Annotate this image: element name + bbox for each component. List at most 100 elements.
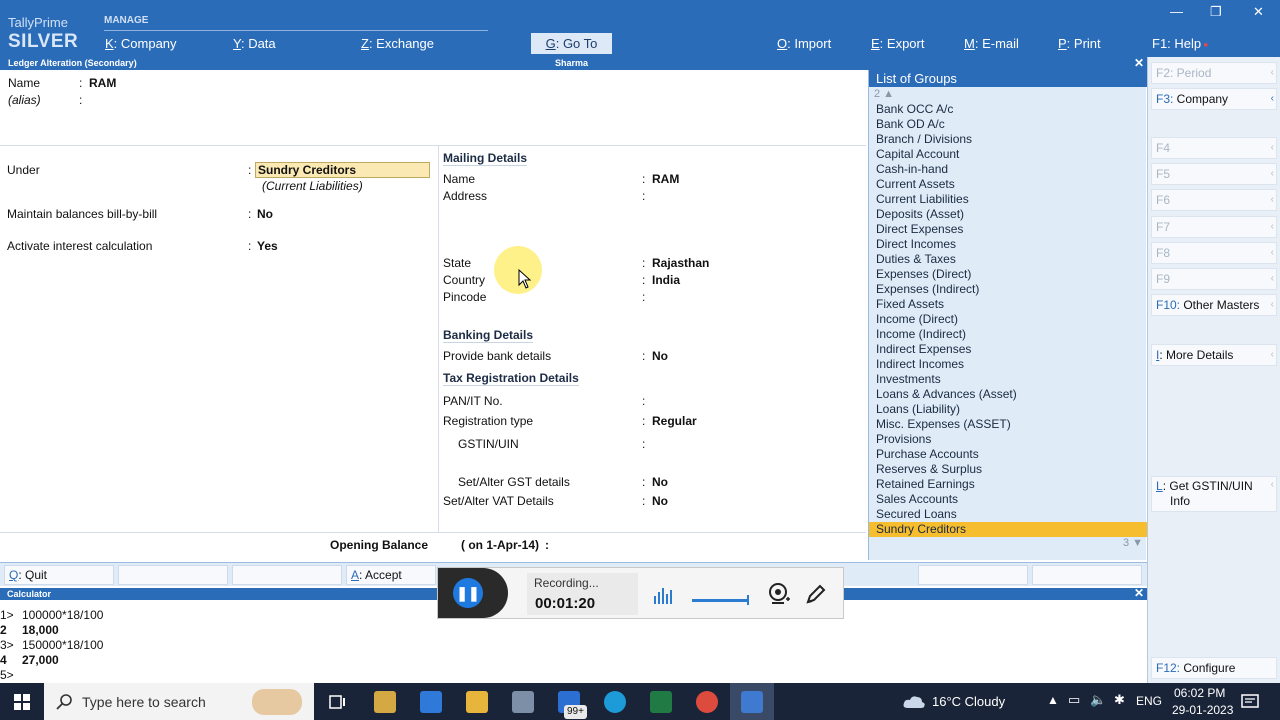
group-list-item[interactable]: Loans & Advances (Asset) (869, 387, 1147, 402)
f7-button[interactable]: F7 ‹ (1151, 216, 1277, 238)
vat-details-field[interactable]: No (652, 494, 668, 508)
network-icon[interactable]: ▭ (1068, 692, 1080, 708)
group-list-item[interactable]: Provisions (869, 432, 1147, 447)
group-list-item[interactable]: Income (Indirect) (869, 327, 1147, 342)
f3-company-button[interactable]: F3: Company ‹ (1151, 88, 1277, 110)
excel-icon[interactable] (650, 691, 672, 713)
f12-configure-button[interactable]: F12: Configure (1151, 657, 1277, 679)
windows-start-icon[interactable] (14, 694, 30, 710)
name-field[interactable]: RAM (89, 76, 116, 90)
clock-time[interactable]: 06:02 PM (1174, 686, 1225, 700)
group-list-item[interactable]: Loans (Liability) (869, 402, 1147, 417)
menu-print[interactable]: P: Print (1058, 36, 1101, 51)
mailing-name-field[interactable]: RAM (652, 172, 679, 186)
gst-details-field[interactable]: No (652, 475, 668, 489)
registration-type-field[interactable]: Regular (652, 414, 697, 428)
group-list-item[interactable]: Sundry Creditors (869, 522, 1147, 537)
pause-button[interactable]: ❚❚ (453, 578, 483, 608)
menu-help[interactable]: F1: Help ● (1152, 36, 1208, 51)
group-list-item[interactable]: Current Liabilities (869, 192, 1147, 207)
language-indicator[interactable]: ENG (1136, 694, 1162, 708)
group-list-item[interactable]: Current Assets (869, 177, 1147, 192)
group-list-item[interactable]: Deposits (Asset) (869, 207, 1147, 222)
close-window-button[interactable]: ✕ (1253, 4, 1264, 20)
volume-icon[interactable]: 🔈 (1090, 692, 1106, 708)
group-list-item[interactable]: Reserves & Surplus (869, 462, 1147, 477)
footer-empty-button[interactable] (918, 565, 1028, 585)
more-details-button[interactable]: I: More Details ‹ (1151, 344, 1277, 366)
group-list-item[interactable]: Income (Direct) (869, 312, 1147, 327)
file-explorer-icon[interactable] (466, 691, 488, 713)
pen-icon[interactable] (804, 582, 828, 606)
group-list-item[interactable]: Sales Accounts (869, 492, 1147, 507)
group-list-item[interactable]: Expenses (Direct) (869, 267, 1147, 282)
task-view-icon[interactable] (328, 693, 346, 711)
weather-cloud-icon[interactable] (902, 694, 926, 710)
group-list-item[interactable]: Direct Incomes (869, 237, 1147, 252)
menu-company[interactable]: K: Company (105, 36, 177, 51)
state-field[interactable]: Rajasthan (652, 256, 709, 270)
get-gstin-button[interactable]: L: Get GSTIN/UIN Info ‹ (1151, 476, 1277, 512)
footer-empty-button[interactable] (232, 565, 342, 585)
f8-button[interactable]: F8 ‹ (1151, 242, 1277, 264)
f5-button[interactable]: F5 ‹ (1151, 163, 1277, 185)
close-screen-icon[interactable]: ✕ (1134, 56, 1144, 70)
provide-bank-field[interactable]: No (652, 349, 668, 363)
clock-date[interactable]: 29-01-2023 (1172, 703, 1233, 717)
menu-exchange[interactable]: Z: Exchange (361, 36, 434, 51)
tray-expand-icon[interactable]: ▲ (1047, 693, 1059, 707)
tally-app-icon[interactable] (741, 691, 763, 713)
group-list-item[interactable]: Fixed Assets (869, 297, 1147, 312)
group-list-item[interactable]: Branch / Divisions (869, 132, 1147, 147)
group-list-item[interactable]: Investments (869, 372, 1147, 387)
menu-export[interactable]: E: Export (871, 36, 924, 51)
file-app-icon[interactable] (374, 691, 396, 713)
f4-button[interactable]: F4 ‹ (1151, 137, 1277, 159)
group-list-item[interactable]: Expenses (Indirect) (869, 282, 1147, 297)
close-calculator-icon[interactable]: ✕ (1134, 587, 1144, 599)
audio-level-icon[interactable] (652, 584, 674, 606)
group-list-item[interactable]: Indirect Incomes (869, 357, 1147, 372)
menu-goto[interactable]: G: Go To (531, 33, 612, 54)
calculator-app-icon[interactable] (512, 691, 534, 713)
group-list-item[interactable]: Capital Account (869, 147, 1147, 162)
volume-slider[interactable] (692, 599, 748, 602)
edge-browser-icon[interactable] (604, 691, 626, 713)
footer-empty-button[interactable] (118, 565, 228, 585)
groups-page-up[interactable]: 2 ▲ (874, 88, 894, 100)
volume-slider-thumb[interactable] (747, 595, 749, 605)
f2-period-button[interactable]: F2: Period ‹ (1151, 62, 1277, 84)
group-list-item[interactable]: Secured Loans (869, 507, 1147, 522)
menu-import[interactable]: O: Import (777, 36, 831, 51)
minimize-button[interactable]: — (1170, 4, 1183, 19)
weather-text[interactable]: 16°C Cloudy (932, 694, 1005, 709)
group-list-item[interactable]: Indirect Expenses (869, 342, 1147, 357)
groups-page-down[interactable]: 3 ▼ (1123, 537, 1143, 549)
f10-other-masters-button[interactable]: F10: Other Masters ‹ (1151, 294, 1277, 316)
under-field[interactable]: Sundry Creditors (255, 162, 430, 178)
group-list-item[interactable]: Misc. Expenses (ASSET) (869, 417, 1147, 432)
interest-field[interactable]: Yes (257, 239, 278, 253)
group-list-item[interactable]: Direct Expenses (869, 222, 1147, 237)
accept-button[interactable]: A: Accept (346, 565, 436, 585)
group-list-item[interactable]: Bank OCC A/c (869, 102, 1147, 117)
quit-button[interactable]: Q: Quit (4, 565, 114, 585)
bill-by-bill-field[interactable]: No (257, 207, 273, 221)
taskbar-search-box[interactable]: Type here to search (44, 683, 314, 720)
group-list-item[interactable]: Cash-in-hand (869, 162, 1147, 177)
f9-button[interactable]: F9 ‹ (1151, 268, 1277, 290)
notification-icon[interactable] (1241, 693, 1259, 711)
chrome-icon[interactable] (696, 691, 718, 713)
group-list-item[interactable]: Purchase Accounts (869, 447, 1147, 462)
menu-data[interactable]: Y: Data (233, 36, 276, 51)
footer-empty-button[interactable] (1032, 565, 1142, 585)
store-icon[interactable] (420, 691, 442, 713)
group-list-item[interactable]: Duties & Taxes (869, 252, 1147, 267)
group-list-item[interactable]: Retained Earnings (869, 477, 1147, 492)
country-field[interactable]: India (652, 273, 680, 287)
webcam-icon[interactable] (766, 581, 792, 607)
menu-email[interactable]: M: E-mail (964, 36, 1019, 51)
bluetooth-icon[interactable]: ✱ (1114, 692, 1125, 708)
group-list-item[interactable]: Bank OD A/c (869, 117, 1147, 132)
f6-button[interactable]: F6 ‹ (1151, 189, 1277, 211)
